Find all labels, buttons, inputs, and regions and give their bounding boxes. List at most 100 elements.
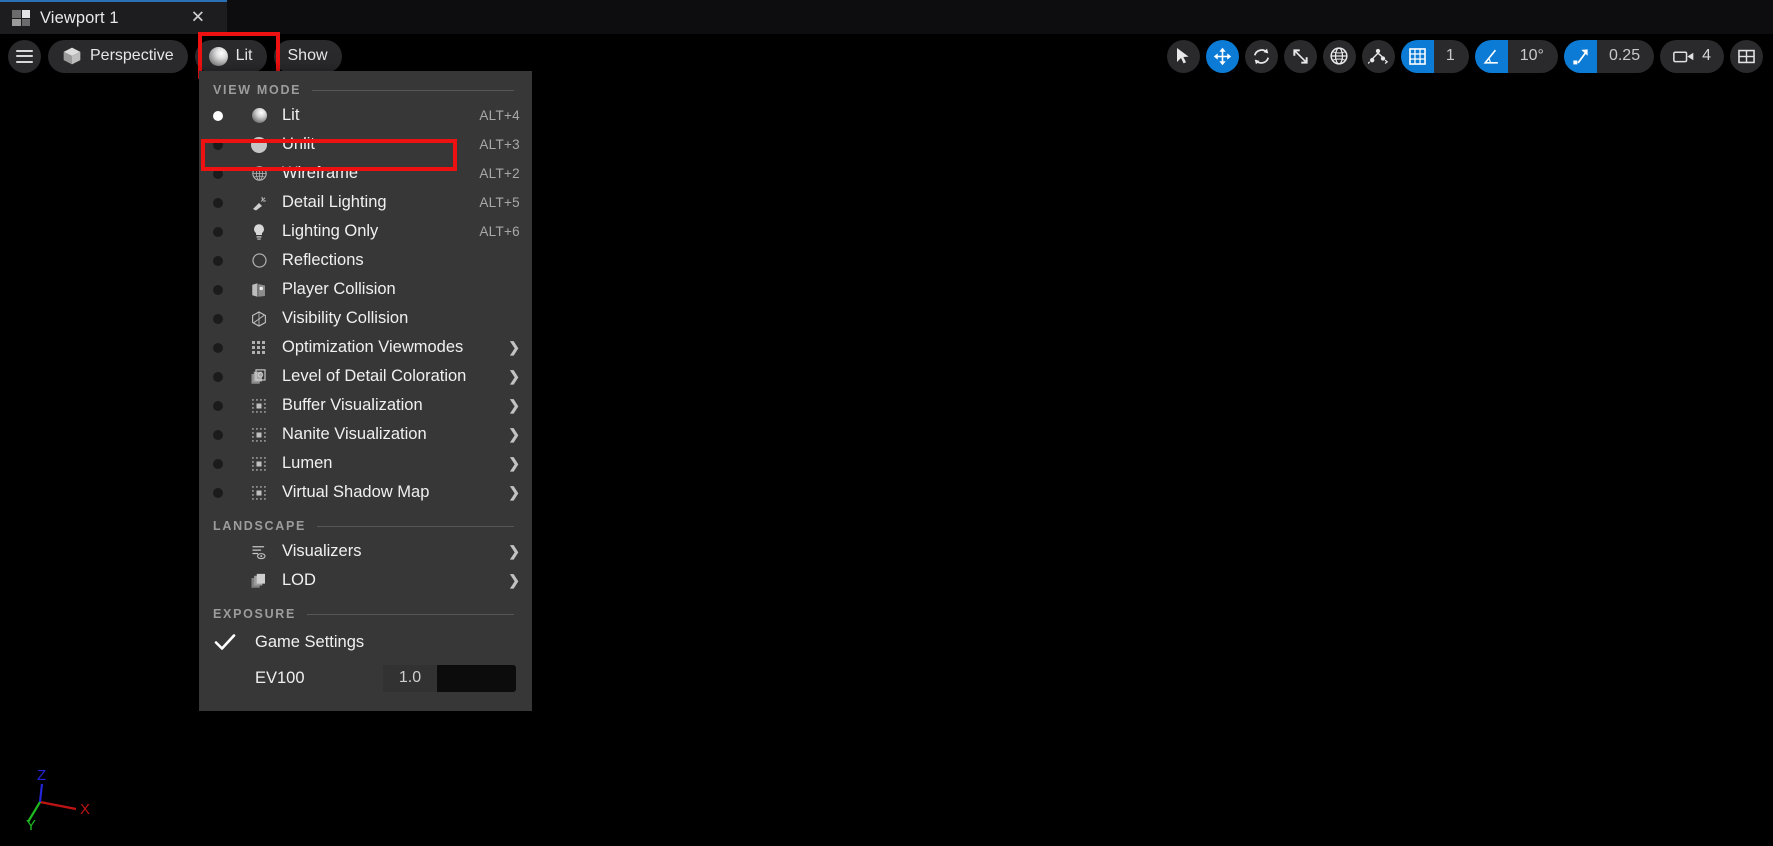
tab-viewport-1[interactable]: Viewport 1 ✕ bbox=[0, 0, 227, 34]
tab-title: Viewport 1 bbox=[40, 8, 119, 27]
section-label: EXPOSURE bbox=[213, 607, 297, 621]
angle-snap-group: 10° bbox=[1474, 39, 1558, 73]
menu-item-nanite-visualization[interactable]: Nanite Visualization ❯ bbox=[199, 420, 532, 449]
camera-speed-button[interactable]: 4 bbox=[1660, 39, 1724, 73]
viewport-layout-button[interactable] bbox=[1730, 39, 1763, 73]
chevron-right-icon: ❯ bbox=[508, 339, 520, 355]
viewport-toolbar-right: 1 10° 0.25 4 bbox=[1166, 39, 1763, 73]
close-icon[interactable]: ✕ bbox=[191, 9, 205, 27]
scale-snap-value[interactable]: 0.25 bbox=[1596, 39, 1655, 73]
viewport-options-menu-button[interactable] bbox=[8, 39, 41, 73]
scale-snap-toggle[interactable] bbox=[1563, 39, 1597, 73]
menu-item-lighting-only[interactable]: Lighting Only ALT+6 bbox=[199, 217, 532, 246]
section-divider bbox=[317, 525, 514, 527]
lod-icon bbox=[249, 571, 269, 591]
view-mode-button[interactable]: Lit bbox=[194, 39, 267, 73]
menu-item-reflections[interactable]: Reflections bbox=[199, 246, 532, 275]
ev100-slider[interactable]: 1.0 bbox=[383, 664, 516, 692]
viewport-toolbar-left: Perspective Lit Show bbox=[8, 39, 342, 73]
radio-indicator bbox=[213, 458, 223, 469]
cursor-arrow-icon bbox=[1177, 48, 1189, 64]
globe-icon bbox=[1330, 47, 1348, 65]
surface-snap-icon bbox=[1368, 48, 1389, 64]
visibility-collision-icon bbox=[249, 309, 269, 329]
section-label: VIEW MODE bbox=[213, 83, 302, 97]
menu-item-lit[interactable]: Lit ALT+4 bbox=[199, 101, 532, 130]
menu-item-visibility-collision[interactable]: Visibility Collision bbox=[199, 304, 532, 333]
perspective-label: Perspective bbox=[90, 47, 174, 64]
grid-snap-toggle[interactable] bbox=[1400, 39, 1434, 73]
menu-item-label: Unlit bbox=[282, 135, 316, 153]
menu-item-lod[interactable]: LOD ❯ bbox=[199, 566, 532, 595]
menu-item-label: Visualizers bbox=[282, 542, 362, 560]
camera-icon bbox=[1673, 51, 1694, 62]
menu-item-lumen[interactable]: Lumen ❯ bbox=[199, 449, 532, 478]
menu-item-buffer-visualization[interactable]: Buffer Visualization ❯ bbox=[199, 391, 532, 420]
radio-indicator bbox=[213, 255, 223, 266]
menu-item-game-settings[interactable]: Game Settings bbox=[199, 625, 532, 659]
radio-indicator bbox=[213, 197, 223, 208]
menu-item-shortcut: ALT+3 bbox=[479, 137, 520, 152]
coordinate-system-button[interactable] bbox=[1322, 39, 1356, 73]
section-view-mode: VIEW MODE bbox=[199, 71, 532, 101]
viewport-grid-icon bbox=[12, 10, 30, 26]
rotate-icon bbox=[1253, 48, 1269, 64]
move-tool-button[interactable] bbox=[1205, 39, 1239, 73]
player-collision-icon bbox=[249, 280, 269, 300]
grid-snap-value[interactable]: 1 bbox=[1433, 39, 1469, 73]
view-mode-label: Lit bbox=[235, 47, 253, 64]
angle-snap-value[interactable]: 10° bbox=[1507, 39, 1558, 73]
lit-sphere-icon bbox=[249, 106, 269, 126]
radio-indicator bbox=[213, 400, 223, 411]
radio-indicator bbox=[213, 168, 223, 179]
scale-tool-button[interactable] bbox=[1283, 39, 1317, 73]
menu-item-label: Nanite Visualization bbox=[282, 425, 427, 443]
grid-icon bbox=[1409, 47, 1426, 65]
menu-item-shortcut: ALT+5 bbox=[479, 195, 520, 210]
menu-item-virtual-shadow-map[interactable]: Virtual Shadow Map ❯ bbox=[199, 478, 532, 507]
grid-snap-group: 1 bbox=[1400, 39, 1469, 73]
radio-indicator bbox=[213, 342, 223, 353]
select-tool-button[interactable] bbox=[1166, 39, 1200, 73]
perspective-button[interactable]: Perspective bbox=[48, 39, 188, 73]
menu-item-optimization-viewmodes[interactable]: Optimization Viewmodes ❯ bbox=[199, 333, 532, 362]
menu-item-wireframe[interactable]: Wireframe ALT+2 bbox=[199, 159, 532, 188]
menu-item-visualizers[interactable]: Visualizers ❯ bbox=[199, 537, 532, 566]
viewport-window: Viewport 1 ✕ X Z Y Perspective Lit Show … bbox=[0, 0, 1773, 846]
optimization-grid-icon bbox=[249, 338, 269, 358]
tab-strip: Viewport 1 ✕ bbox=[0, 0, 1773, 34]
angle-snap-toggle[interactable] bbox=[1474, 39, 1508, 73]
gizmo-z-label: Z bbox=[37, 767, 46, 784]
radio-indicator bbox=[213, 429, 223, 440]
menu-item-detail-lighting[interactable]: Detail Lighting ALT+5 bbox=[199, 188, 532, 217]
section-divider bbox=[307, 613, 514, 615]
radio-indicator bbox=[213, 226, 223, 237]
show-button[interactable]: Show bbox=[273, 39, 342, 73]
radio-indicator bbox=[213, 371, 223, 382]
chevron-right-icon: ❯ bbox=[508, 543, 520, 559]
rotate-tool-button[interactable] bbox=[1244, 39, 1278, 73]
reflections-icon bbox=[249, 251, 269, 271]
view-mode-dropdown-menu: VIEW MODE Lit ALT+4 Unlit ALT+3 Wirefram… bbox=[199, 71, 532, 711]
move-arrows-icon bbox=[1213, 47, 1232, 65]
menu-item-shortcut: ALT+4 bbox=[479, 108, 520, 123]
menu-item-label: Lit bbox=[282, 106, 300, 124]
buffer-viz-icon bbox=[249, 396, 269, 416]
angle-icon bbox=[1483, 49, 1498, 64]
surface-snap-button[interactable] bbox=[1361, 39, 1395, 73]
radio-indicator bbox=[213, 487, 223, 498]
ev100-row: EV100 1.0 bbox=[199, 659, 532, 697]
unlit-sphere-icon bbox=[249, 135, 269, 155]
section-label: LANDSCAPE bbox=[213, 519, 307, 533]
menu-item-level-of-detail-coloration[interactable]: Level of Detail Coloration ❯ bbox=[199, 362, 532, 391]
menu-item-label: Game Settings bbox=[255, 632, 365, 651]
chevron-right-icon: ❯ bbox=[508, 455, 520, 471]
menu-item-player-collision[interactable]: Player Collision bbox=[199, 275, 532, 304]
scale-arrow-icon bbox=[1573, 48, 1588, 64]
detail-lighting-icon bbox=[249, 193, 269, 213]
wireframe-globe-icon bbox=[249, 164, 269, 184]
gizmo-y-label: Y bbox=[26, 817, 36, 832]
menu-item-label: Detail Lighting bbox=[282, 193, 387, 211]
menu-item-label: Lighting Only bbox=[282, 222, 379, 240]
menu-item-unlit[interactable]: Unlit ALT+3 bbox=[199, 130, 532, 159]
